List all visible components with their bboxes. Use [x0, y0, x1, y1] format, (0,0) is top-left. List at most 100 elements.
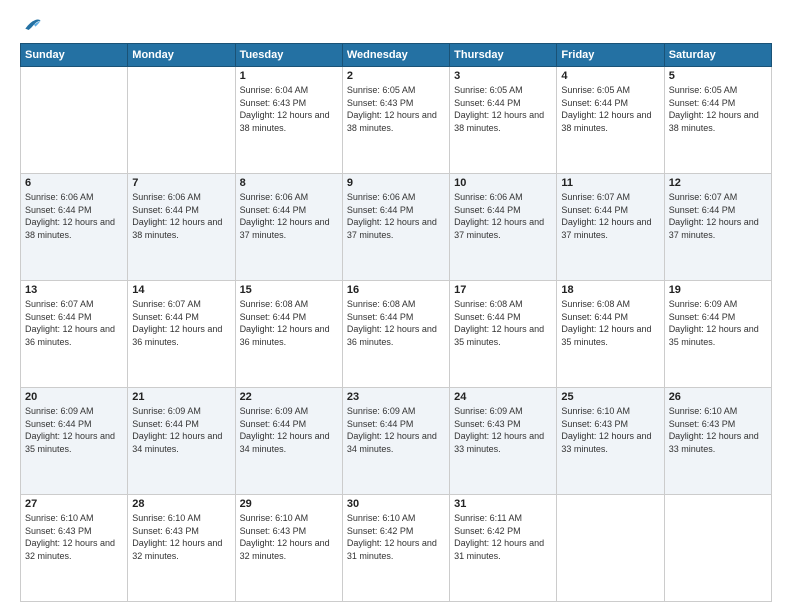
calendar-cell: 6 Sunrise: 6:06 AM Sunset: 6:44 PM Daylig…	[21, 174, 128, 281]
calendar-cell: 17 Sunrise: 6:08 AM Sunset: 6:44 PM Dayli…	[450, 281, 557, 388]
day-number: 3	[454, 70, 552, 82]
calendar-cell: 20 Sunrise: 6:09 AM Sunset: 6:44 PM Dayli…	[21, 388, 128, 495]
calendar-cell: 25 Sunrise: 6:10 AM Sunset: 6:43 PM Dayli…	[557, 388, 664, 495]
day-number: 7	[132, 177, 230, 189]
calendar-cell: 23 Sunrise: 6:09 AM Sunset: 6:44 PM Dayli…	[342, 388, 449, 495]
calendar-cell: 15Sunrise: 6:08 AM Sunset: 6:44 PM Dayli…	[235, 281, 342, 388]
day-number: 2	[347, 70, 445, 82]
day-info: Sunrise: 6:07 AM Sunset: 6:44 PM Dayligh…	[25, 298, 123, 348]
day-info: Sunrise: 6:09 AM Sunset: 6:44 PM Dayligh…	[669, 298, 767, 348]
calendar-cell	[557, 495, 664, 602]
calendar-cell: 26Sunrise: 6:10 AM Sunset: 6:43 PM Dayli…	[664, 388, 771, 495]
day-info: Sunrise: 6:10 AM Sunset: 6:43 PM Dayligh…	[669, 405, 767, 455]
day-number: 9	[347, 177, 445, 189]
calendar-cell: 8 Sunrise: 6:06 AM Sunset: 6:44 PM Daylig…	[235, 174, 342, 281]
calendar-week-row: 27 Sunrise: 6:10 AM Sunset: 6:43 PM Dayli…	[21, 495, 772, 602]
col-wednesday: Wednesday	[342, 44, 449, 67]
day-number: 6	[25, 177, 123, 189]
col-saturday: Saturday	[664, 44, 771, 67]
day-info: Sunrise: 6:10 AM Sunset: 6:42 PM Dayligh…	[347, 512, 445, 562]
day-info: Sunrise: 6:10 AM Sunset: 6:43 PM Dayligh…	[561, 405, 659, 455]
calendar-week-row: 6 Sunrise: 6:06 AM Sunset: 6:44 PM Daylig…	[21, 174, 772, 281]
calendar-week-row: 20 Sunrise: 6:09 AM Sunset: 6:44 PM Dayli…	[21, 388, 772, 495]
day-info: Sunrise: 6:08 AM Sunset: 6:44 PM Dayligh…	[347, 298, 445, 348]
calendar-table: Sunday Monday Tuesday Wednesday Thursday…	[20, 43, 772, 602]
day-info: Sunrise: 6:05 AM Sunset: 6:44 PM Dayligh…	[561, 84, 659, 134]
calendar-cell: 9 Sunrise: 6:06 AM Sunset: 6:44 PM Daylig…	[342, 174, 449, 281]
day-info: Sunrise: 6:06 AM Sunset: 6:44 PM Dayligh…	[132, 191, 230, 241]
calendar-cell: 22 Sunrise: 6:09 AM Sunset: 6:44 PM Dayli…	[235, 388, 342, 495]
day-number: 19	[669, 284, 767, 296]
calendar-cell: 14Sunrise: 6:07 AM Sunset: 6:44 PM Dayli…	[128, 281, 235, 388]
day-info: Sunrise: 6:08 AM Sunset: 6:44 PM Dayligh…	[454, 298, 552, 348]
calendar-cell: 2 Sunrise: 6:05 AM Sunset: 6:43 PM Daylig…	[342, 67, 449, 174]
calendar-cell: 1 Sunrise: 6:04 AM Sunset: 6:43 PM Daylig…	[235, 67, 342, 174]
header	[20, 15, 772, 35]
day-info: Sunrise: 6:07 AM Sunset: 6:44 PM Dayligh…	[669, 191, 767, 241]
day-info: Sunrise: 6:10 AM Sunset: 6:43 PM Dayligh…	[132, 512, 230, 562]
calendar-cell: 10 Sunrise: 6:06 AM Sunset: 6:44 PM Dayli…	[450, 174, 557, 281]
day-info: Sunrise: 6:06 AM Sunset: 6:44 PM Dayligh…	[347, 191, 445, 241]
day-info: Sunrise: 6:05 AM Sunset: 6:44 PM Dayligh…	[669, 84, 767, 134]
col-sunday: Sunday	[21, 44, 128, 67]
calendar-cell: 21Sunrise: 6:09 AM Sunset: 6:44 PM Dayli…	[128, 388, 235, 495]
calendar-cell: 18Sunrise: 6:08 AM Sunset: 6:44 PM Dayli…	[557, 281, 664, 388]
logo-bird-icon	[22, 15, 42, 35]
calendar-cell: 16 Sunrise: 6:08 AM Sunset: 6:44 PM Dayli…	[342, 281, 449, 388]
day-number: 12	[669, 177, 767, 189]
calendar-cell: 24Sunrise: 6:09 AM Sunset: 6:43 PM Dayli…	[450, 388, 557, 495]
day-number: 1	[240, 70, 338, 82]
day-number: 17	[454, 284, 552, 296]
day-number: 25	[561, 391, 659, 403]
day-info: Sunrise: 6:05 AM Sunset: 6:43 PM Dayligh…	[347, 84, 445, 134]
col-tuesday: Tuesday	[235, 44, 342, 67]
day-number: 10	[454, 177, 552, 189]
day-number: 11	[561, 177, 659, 189]
day-info: Sunrise: 6:04 AM Sunset: 6:43 PM Dayligh…	[240, 84, 338, 134]
calendar-cell: 13 Sunrise: 6:07 AM Sunset: 6:44 PM Dayli…	[21, 281, 128, 388]
calendar-cell: 12 Sunrise: 6:07 AM Sunset: 6:44 PM Dayli…	[664, 174, 771, 281]
day-info: Sunrise: 6:06 AM Sunset: 6:44 PM Dayligh…	[25, 191, 123, 241]
day-number: 22	[240, 391, 338, 403]
day-number: 30	[347, 498, 445, 510]
day-number: 29	[240, 498, 338, 510]
logo	[20, 15, 42, 35]
day-number: 16	[347, 284, 445, 296]
calendar-cell	[128, 67, 235, 174]
day-number: 21	[132, 391, 230, 403]
day-number: 23	[347, 391, 445, 403]
calendar-cell: 31 Sunrise: 6:11 AM Sunset: 6:42 PM Dayli…	[450, 495, 557, 602]
calendar-cell: 3 Sunrise: 6:05 AM Sunset: 6:44 PM Daylig…	[450, 67, 557, 174]
day-info: Sunrise: 6:11 AM Sunset: 6:42 PM Dayligh…	[454, 512, 552, 562]
col-friday: Friday	[557, 44, 664, 67]
calendar-week-row: 13 Sunrise: 6:07 AM Sunset: 6:44 PM Dayli…	[21, 281, 772, 388]
day-number: 18	[561, 284, 659, 296]
day-number: 28	[132, 498, 230, 510]
day-info: Sunrise: 6:09 AM Sunset: 6:44 PM Dayligh…	[347, 405, 445, 455]
day-number: 8	[240, 177, 338, 189]
page: Sunday Monday Tuesday Wednesday Thursday…	[0, 0, 792, 612]
day-info: Sunrise: 6:07 AM Sunset: 6:44 PM Dayligh…	[561, 191, 659, 241]
calendar-cell: 5Sunrise: 6:05 AM Sunset: 6:44 PM Daylig…	[664, 67, 771, 174]
calendar-cell	[21, 67, 128, 174]
calendar-cell: 29Sunrise: 6:10 AM Sunset: 6:43 PM Dayli…	[235, 495, 342, 602]
col-monday: Monday	[128, 44, 235, 67]
day-number: 27	[25, 498, 123, 510]
day-number: 13	[25, 284, 123, 296]
day-info: Sunrise: 6:09 AM Sunset: 6:44 PM Dayligh…	[240, 405, 338, 455]
col-thursday: Thursday	[450, 44, 557, 67]
day-number: 20	[25, 391, 123, 403]
day-info: Sunrise: 6:10 AM Sunset: 6:43 PM Dayligh…	[25, 512, 123, 562]
calendar-cell: 11 Sunrise: 6:07 AM Sunset: 6:44 PM Dayli…	[557, 174, 664, 281]
day-info: Sunrise: 6:06 AM Sunset: 6:44 PM Dayligh…	[240, 191, 338, 241]
calendar-cell: 19 Sunrise: 6:09 AM Sunset: 6:44 PM Dayli…	[664, 281, 771, 388]
day-info: Sunrise: 6:06 AM Sunset: 6:44 PM Dayligh…	[454, 191, 552, 241]
calendar-week-row: 1 Sunrise: 6:04 AM Sunset: 6:43 PM Daylig…	[21, 67, 772, 174]
calendar-header-row: Sunday Monday Tuesday Wednesday Thursday…	[21, 44, 772, 67]
day-info: Sunrise: 6:08 AM Sunset: 6:44 PM Dayligh…	[240, 298, 338, 348]
day-info: Sunrise: 6:05 AM Sunset: 6:44 PM Dayligh…	[454, 84, 552, 134]
day-number: 14	[132, 284, 230, 296]
day-number: 31	[454, 498, 552, 510]
day-number: 24	[454, 391, 552, 403]
day-info: Sunrise: 6:09 AM Sunset: 6:44 PM Dayligh…	[25, 405, 123, 455]
